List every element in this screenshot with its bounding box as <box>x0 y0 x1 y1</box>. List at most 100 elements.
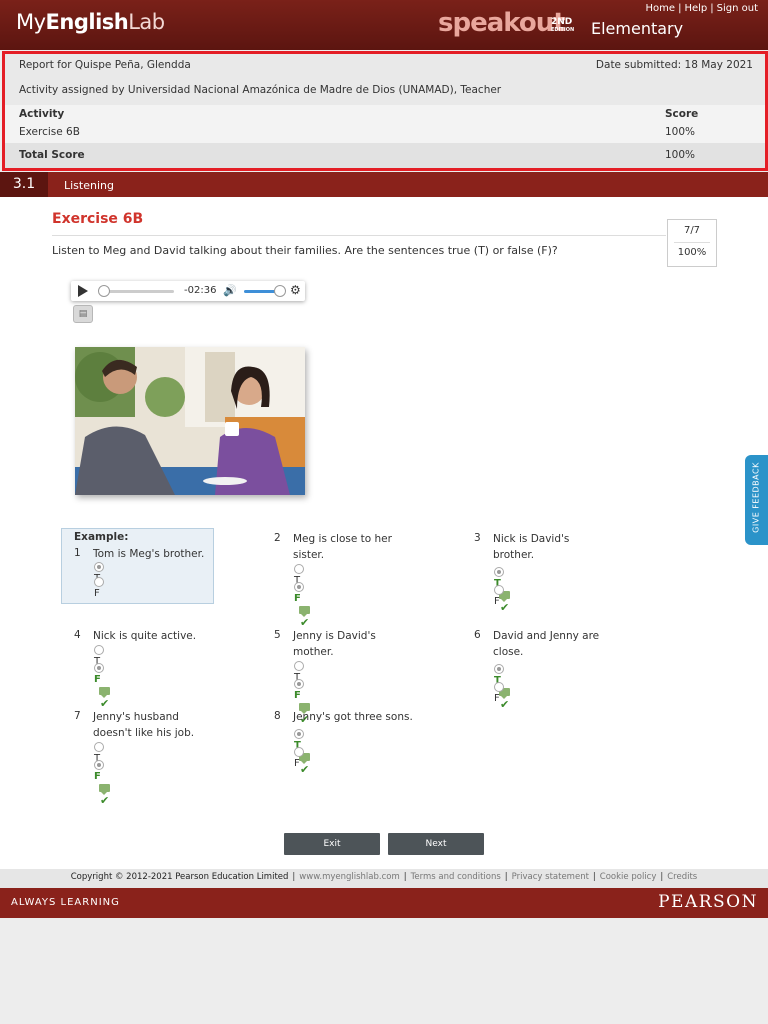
option-t[interactable]: T <box>294 661 307 683</box>
people-photo <box>75 347 305 495</box>
question-text: Nick is quite active. <box>93 630 197 642</box>
feedback-icon[interactable] <box>299 605 310 617</box>
question-number: 2 <box>274 532 281 544</box>
radio-t[interactable] <box>294 661 304 671</box>
radio-t[interactable] <box>94 742 104 752</box>
question-text: David and Jenny are close. <box>493 630 600 658</box>
volume-icon[interactable]: 🔊 <box>223 284 237 297</box>
top-links: Home | Help | Sign out <box>645 3 758 14</box>
date-submitted: Date submitted: 18 May 2021 <box>595 59 753 71</box>
speakout-edition: 2ND EDITION <box>551 17 575 34</box>
score-percent: 100% <box>677 247 707 258</box>
question-text: Jenny's husband doesn't like his job. <box>93 711 195 739</box>
option-f[interactable]: F <box>494 682 507 704</box>
credits-link[interactable]: Credits <box>667 872 697 882</box>
question-number: 8 <box>274 710 281 722</box>
audio-progress-handle[interactable] <box>98 285 110 297</box>
option-t[interactable]: T <box>94 742 107 764</box>
radio-t <box>94 562 104 572</box>
radio-t[interactable] <box>294 729 304 739</box>
check-icon: ✔ <box>300 762 310 776</box>
report-table-header: Activity Score <box>5 105 765 123</box>
total-row: Total Score 100% <box>5 143 765 168</box>
copyright-text: Copyright © 2012-2021 Pearson Education … <box>70 872 289 882</box>
option-f[interactable]: F✔ <box>94 663 110 710</box>
feedback-icon[interactable] <box>99 686 110 698</box>
divider <box>52 235 666 236</box>
check-icon: ✔ <box>500 697 510 711</box>
section-number: 3.1 <box>0 172 48 197</box>
section-bar <box>0 172 768 197</box>
exit-button[interactable]: Exit <box>284 833 380 855</box>
help-link[interactable]: Help <box>684 3 707 14</box>
radio-t[interactable] <box>94 645 104 655</box>
copyright-bar: Copyright © 2012-2021 Pearson Education … <box>0 869 768 888</box>
question-text: Nick is David's brother. <box>493 533 570 561</box>
exercise-photo <box>75 347 305 495</box>
option-t[interactable]: T✔ <box>294 729 310 776</box>
question-number: 1 <box>74 547 81 559</box>
question-text: Meg is close to her sister. <box>293 533 392 561</box>
transcript-icon[interactable]: ▤ <box>73 305 93 323</box>
option-label: F <box>94 588 100 599</box>
home-link[interactable]: Home <box>646 3 676 14</box>
total-score: 100% <box>665 149 696 161</box>
option-label: F <box>294 690 301 701</box>
option-f[interactable]: F✔ <box>294 582 310 629</box>
col-activity: Activity <box>19 108 65 120</box>
logo-part: English <box>45 10 129 34</box>
option-t: T <box>94 562 107 584</box>
logo-part: Lab <box>128 10 165 34</box>
option-t[interactable]: T <box>94 645 107 667</box>
question-text: Jenny's got three sons. <box>293 711 413 723</box>
radio-f[interactable] <box>294 679 304 689</box>
question-number: 6 <box>474 629 481 641</box>
check-icon: ✔ <box>100 793 110 807</box>
example-label: Example: <box>74 531 129 543</box>
option-f[interactable]: F✔ <box>94 760 110 807</box>
report-summary: Report for Quispe Peña, Glendda Date sub… <box>2 51 768 171</box>
speakout-logo: speakout <box>438 8 566 38</box>
pearson-logo: PEARSON <box>658 892 758 912</box>
play-icon[interactable] <box>78 285 88 297</box>
logo-part: My <box>16 10 46 34</box>
score-fraction: 7/7 <box>683 225 701 236</box>
option-f[interactable]: F <box>294 747 307 769</box>
terms-link[interactable]: Terms and conditions <box>411 872 501 882</box>
section-name: Listening <box>64 179 114 192</box>
cookie-link[interactable]: Cookie policy <box>600 872 657 882</box>
radio-f[interactable] <box>94 663 104 673</box>
option-f[interactable]: F✔ <box>294 679 310 726</box>
option-t[interactable]: T✔ <box>494 664 510 711</box>
option-t[interactable]: T <box>294 564 307 586</box>
option-label: F <box>94 674 101 685</box>
radio-t[interactable] <box>294 564 304 574</box>
gear-icon[interactable]: ⚙ <box>290 283 301 297</box>
volume-slider-handle[interactable] <box>274 285 286 297</box>
option-f[interactable]: F <box>494 585 507 607</box>
myenglishlab-logo[interactable]: MyEnglishLab <box>16 10 165 34</box>
radio-f[interactable] <box>294 582 304 592</box>
radio-t[interactable] <box>494 664 504 674</box>
option-t[interactable]: T✔ <box>494 567 510 614</box>
radio-f[interactable] <box>294 747 304 757</box>
sign-out-link[interactable]: Sign out <box>717 3 758 14</box>
audio-progress-track[interactable] <box>100 290 174 293</box>
site-link[interactable]: www.myenglishlab.com <box>299 872 399 882</box>
privacy-link[interactable]: Privacy statement <box>512 872 589 882</box>
next-button[interactable]: Next <box>388 833 484 855</box>
feedback-icon[interactable] <box>99 783 110 795</box>
question-text: Tom is Meg's brother. <box>93 548 205 560</box>
radio-f[interactable] <box>494 682 504 692</box>
radio-t[interactable] <box>494 567 504 577</box>
radio-f[interactable] <box>94 760 104 770</box>
option-label: F <box>294 593 301 604</box>
assigned-by: Activity assigned by Universidad Naciona… <box>19 84 502 96</box>
radio-f[interactable] <box>494 585 504 595</box>
score-box: 7/7 100% <box>667 219 717 267</box>
check-icon: ✔ <box>500 600 510 614</box>
give-feedback-tab[interactable]: GIVE FEEDBACK <box>745 455 768 545</box>
option-label: F <box>294 758 300 769</box>
question-text: Jenny is David's mother. <box>293 630 376 658</box>
check-icon: ✔ <box>300 615 310 629</box>
